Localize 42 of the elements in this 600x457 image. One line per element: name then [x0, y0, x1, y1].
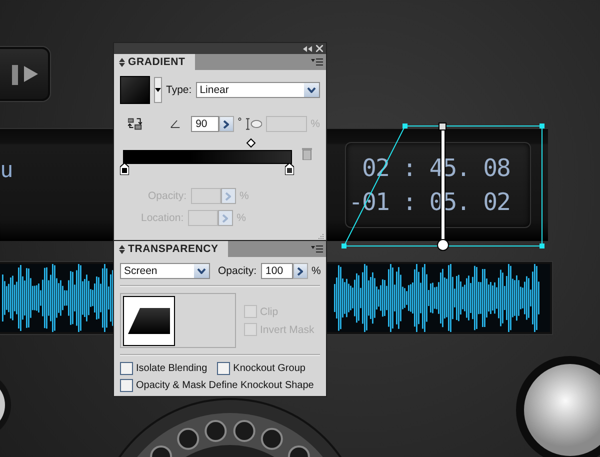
checkbox-label: Knockout Group [233, 363, 306, 374]
percent-sign: % [236, 212, 246, 224]
expand-icon[interactable] [119, 58, 125, 66]
shape-icon [128, 308, 170, 334]
type-select[interactable]: Linear [196, 82, 320, 98]
caret-icon [197, 268, 206, 274]
blend-mode-select[interactable]: Screen [120, 263, 210, 279]
percent-sign: % [310, 118, 320, 130]
checkbox[interactable] [120, 379, 133, 392]
degree-symbol: ° [238, 116, 242, 128]
color-stop-icon[interactable] [120, 163, 129, 175]
checkbox-label: Opacity & Mask Define Knockout Shape [136, 380, 314, 391]
dropdown-icon[interactable] [154, 77, 162, 103]
angle-icon [170, 119, 181, 129]
type-label: Type: [166, 84, 192, 96]
checkbox[interactable] [120, 362, 133, 375]
close-icon[interactable] [316, 45, 323, 52]
color-stop-icon[interactable] [285, 163, 294, 175]
angle-field[interactable]: 90 [190, 116, 219, 132]
stepper-button[interactable] [292, 263, 308, 279]
percent-sign: % [312, 265, 321, 277]
play-icon [24, 66, 38, 82]
panel-menu-icon[interactable] [311, 245, 323, 253]
expand-icon[interactable] [119, 244, 125, 254]
panel-tab[interactable]: TRANSPARENCY [114, 241, 228, 257]
aspect-ratio-icon [246, 117, 262, 131]
checkbox-label: Isolate Blending [136, 363, 208, 374]
collapse-icon[interactable] [303, 46, 312, 52]
track-title: u [0, 158, 14, 183]
object-thumbnail[interactable] [123, 296, 175, 346]
reverse-gradient-icon[interactable] [128, 117, 142, 131]
play-button[interactable] [0, 47, 50, 101]
panel-menu-icon[interactable] [311, 58, 323, 66]
midpoint-icon[interactable] [246, 138, 256, 148]
opacity-label: Opacity: [218, 265, 257, 277]
percent-sign: % [240, 190, 249, 202]
caret-icon [307, 87, 316, 93]
checkbox[interactable] [217, 362, 230, 375]
gradient-swatch[interactable] [120, 76, 150, 104]
opacity-field[interactable]: 100 [260, 263, 293, 279]
panel-tab[interactable]: GRADIENT [114, 54, 196, 70]
stepper-button[interactable] [218, 116, 234, 132]
